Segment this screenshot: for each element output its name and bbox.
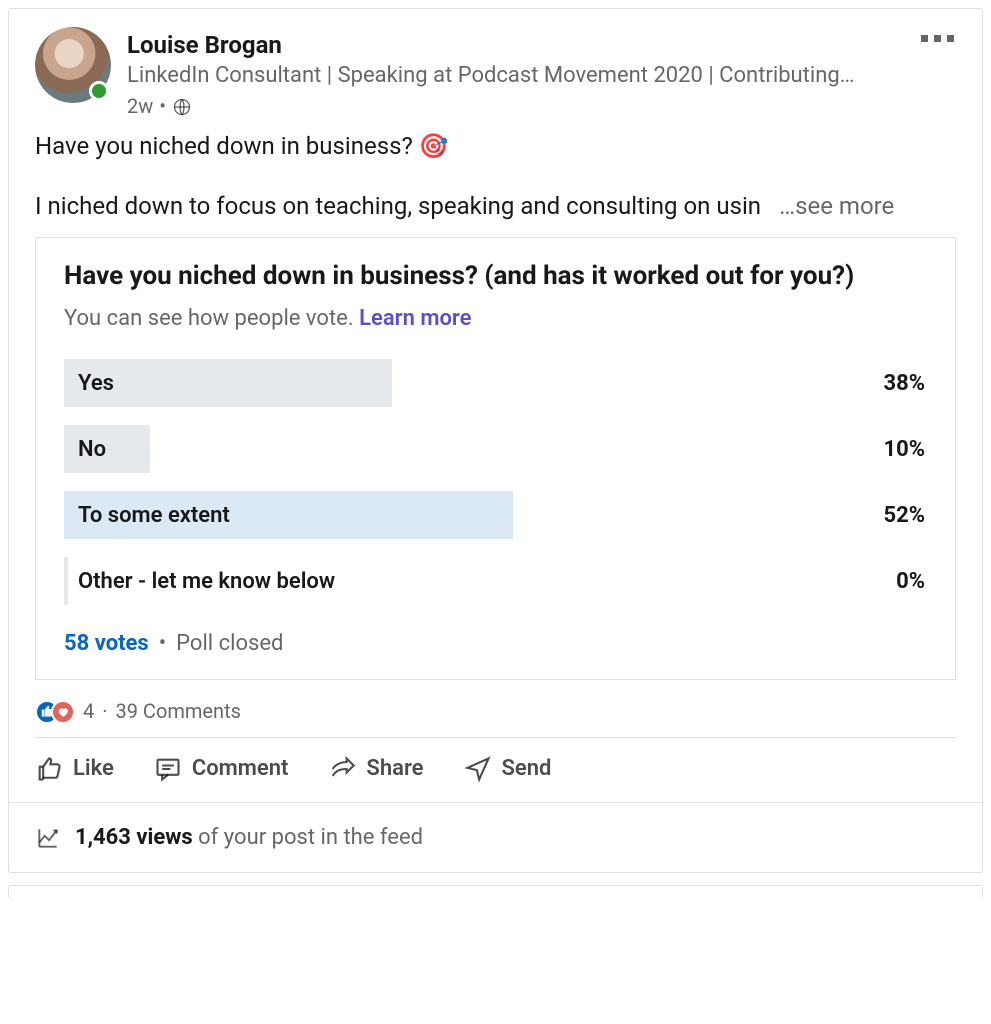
views-text: 1,463 views of your post in the feed [75,823,423,853]
post-header-text: Louise Brogan LinkedIn Consultant | Spea… [127,27,960,120]
post-text-line-1: Have you niched down in business? 🎯 [35,130,956,162]
share-label: Share [366,754,423,784]
poll-footer: 58 votes • Poll closed [64,629,927,659]
post-actions-menu-button[interactable] [915,29,960,48]
author-headline: LinkedIn Consultant | Speaking at Podcas… [127,61,960,91]
like-label: Like [73,754,114,784]
poll-option[interactable]: No 10% [64,425,927,473]
send-icon [464,755,492,783]
poll-bar-track [64,359,927,407]
reaction-love-icon [51,700,75,724]
post-time: 2w [127,93,153,120]
poll-subtext: You can see how people vote. Learn more [64,304,927,334]
post-action-bar: Like Comment Share Send [9,738,982,802]
poll-option-label: To some extent [64,501,230,531]
see-more-button[interactable]: …see more [779,190,894,222]
post-text-line-2: I niched down to focus on teaching, spea… [35,190,761,222]
poll-title: Have you niched down in business? (and h… [64,260,927,294]
poll-option[interactable]: Other - let me know below 0% [64,557,927,605]
poll-option-label: Yes [64,369,114,399]
comment-count[interactable]: 39 Comments [115,698,240,725]
comment-icon [154,755,182,783]
post-views[interactable]: 1,463 views of your post in the feed [9,802,982,873]
send-button[interactable]: Send [464,754,552,784]
poll-option[interactable]: Yes 38% [64,359,927,407]
globe-icon [172,97,192,117]
poll-votes-link[interactable]: 58 votes [64,629,149,659]
poll-option-label: No [64,435,106,465]
post-header: Louise Brogan LinkedIn Consultant | Spea… [9,9,982,124]
post-meta: 2w • [127,93,960,120]
reaction-summary[interactable]: 4 · 39 Comments [9,686,982,737]
reaction-count: 4 [83,698,94,725]
comment-label: Comment [192,754,289,784]
reaction-icons [35,700,75,724]
reaction-separator: · [102,698,107,725]
like-button[interactable]: Like [35,754,114,784]
poll-option-label: Other - let me know below [64,567,335,597]
presence-indicator-online [89,81,109,101]
poll-learn-more-link[interactable]: Learn more [359,306,471,331]
meta-separator: • [159,93,166,120]
poll-bar-track [64,425,927,473]
poll-card: Have you niched down in business? (and h… [35,237,956,680]
author-avatar[interactable] [35,27,111,103]
analytics-icon [35,825,61,851]
poll-option-percent: 0% [896,567,927,597]
views-count: 1,463 views [75,825,193,850]
author-name[interactable]: Louise Brogan [127,29,960,61]
share-arrow-icon [328,755,356,783]
send-label: Send [502,754,552,784]
share-button[interactable]: Share [328,754,423,784]
post-card: Louise Brogan LinkedIn Consultant | Spea… [8,8,983,873]
poll-option-percent: 52% [883,501,927,531]
poll-options: Yes 38% No 10% To some extent 52% Other - let … [64,359,927,605]
poll-option-percent: 38% [883,369,927,399]
thumbs-up-icon [35,755,63,783]
poll-visibility-text: You can see how people vote. [64,306,354,331]
comment-button[interactable]: Comment [154,754,289,784]
poll-footer-separator: • [159,629,166,659]
poll-option[interactable]: To some extent 52% [64,491,927,539]
post-body: Have you niched down in business? 🎯 I ni… [9,124,982,223]
views-suffix: of your post in the feed [193,825,423,850]
poll-option-percent: 10% [883,435,927,465]
poll-status: Poll closed [176,629,283,659]
next-card-peek [8,885,983,897]
